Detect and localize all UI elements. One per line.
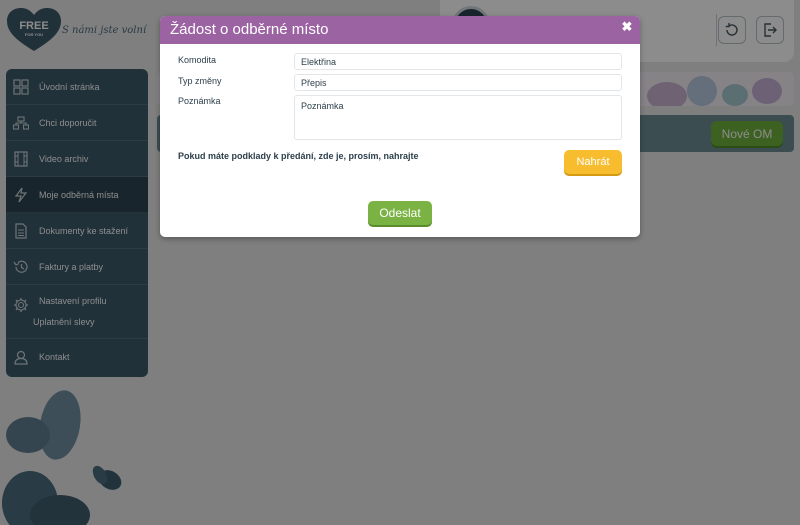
komodita-label: Komodita <box>178 55 217 65</box>
upload-button[interactable]: Nahrát <box>564 150 622 174</box>
poznamka-label: Poznámka <box>178 96 221 106</box>
request-modal: Žádost o odběrné místo ✖ Komodita Elektř… <box>160 16 640 237</box>
typ-zmeny-field[interactable]: Přepis <box>294 74 622 91</box>
upload-instructions: Pokud máte podklady k předání, zde je, p… <box>178 151 419 161</box>
submit-button[interactable]: Odeslat <box>368 201 432 225</box>
typ-zmeny-label: Typ změny <box>178 76 222 86</box>
modal-title: Žádost o odběrné místo <box>170 21 329 38</box>
close-button[interactable]: ✖ <box>620 20 634 34</box>
poznamka-textarea[interactable]: Poznámka <box>294 95 622 140</box>
komodita-field[interactable]: Elektřina <box>294 53 622 70</box>
modal-header: Žádost o odběrné místo ✖ <box>160 16 640 44</box>
close-icon: ✖ <box>621 19 633 34</box>
